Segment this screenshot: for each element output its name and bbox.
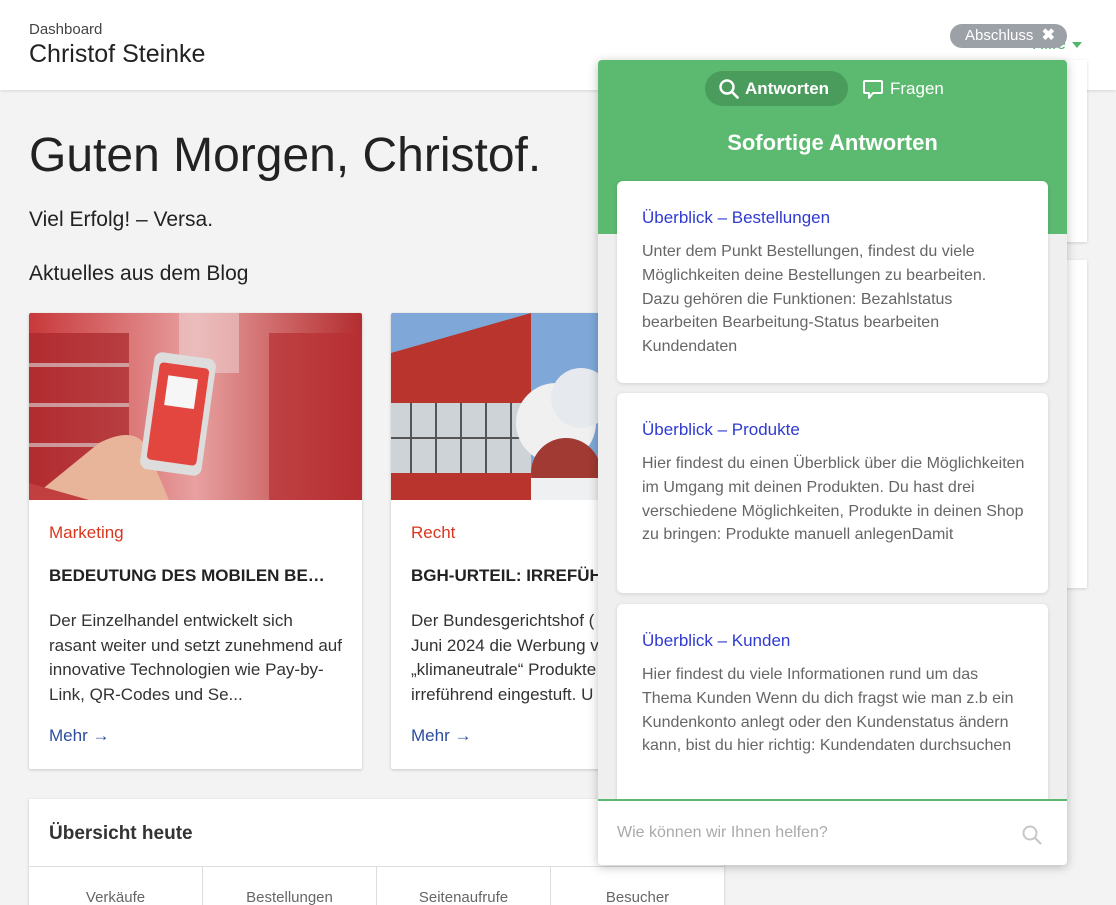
close-help-label: Abschluss	[965, 27, 1034, 44]
blog-card[interactable]: Marketing BEDEUTUNG DES MOBILEN BE… Der …	[29, 313, 362, 769]
user-name: Christof Steinke	[29, 40, 206, 68]
help-article-title[interactable]: Überblick – Kunden	[642, 631, 790, 651]
overview-title: Übersicht heute	[49, 823, 193, 844]
search-icon[interactable]	[1022, 825, 1042, 845]
help-article-text: Unter dem Punkt Bestellungen, findest du…	[642, 243, 987, 356]
chevron-down-icon	[1072, 41, 1083, 48]
search-icon	[719, 78, 739, 99]
close-help-button[interactable]: Abschluss ✖	[950, 24, 1067, 48]
help-article[interactable]: Überblick – Bestellungen Unter dem Punkt…	[617, 181, 1048, 383]
overview-column-visitors: Besucher	[605, 889, 670, 905]
help-article-title[interactable]: Überblick – Bestellungen	[642, 208, 830, 228]
blog-card-image	[29, 313, 362, 500]
help-panel: Antworten Fragen Sofortige Antworten Übe…	[598, 60, 1067, 865]
read-more-label: Mehr	[49, 726, 88, 745]
help-article-text: Hier findest du einen Überblick über die…	[642, 455, 1025, 544]
help-heading: Sofortige Antworten	[727, 130, 938, 155]
overview-column-sales: Verkäufe	[29, 867, 203, 905]
tab-questions[interactable]: Fragen	[862, 71, 972, 106]
tab-answers[interactable]: Antworten	[705, 71, 848, 106]
arrow-right-icon: →	[454, 726, 472, 745]
arrow-right-icon: →	[92, 726, 110, 745]
help-article-title[interactable]: Überblick – Produkte	[642, 420, 800, 440]
blog-heading: Aktuelles aus dem Blog	[29, 262, 249, 285]
blog-card-title[interactable]: BEDEUTUNG DES MOBILEN BE…	[49, 566, 325, 586]
blog-card-category: Recht	[411, 523, 456, 542]
blog-card-title[interactable]: BGH-URTEIL: IRREFÜH	[411, 566, 602, 586]
page-title: Guten Morgen, Christof.	[29, 129, 542, 182]
overview-column-pageviews: Seitenaufrufe	[377, 867, 551, 905]
help-search-input[interactable]	[617, 815, 997, 851]
help-article-text: Hier findest du viele Informationen rund…	[642, 666, 1014, 755]
breadcrumb: Dashboard	[29, 21, 103, 38]
help-article[interactable]: Überblick – Kunden Hier findest du viele…	[617, 604, 1048, 814]
blog-card-excerpt: Der Einzelhandel entwickelt sich rasant …	[49, 611, 342, 704]
tab-answers-label: Antworten	[745, 78, 830, 98]
chat-bubble-icon	[863, 79, 883, 99]
help-article[interactable]: Überblick – Produkte Hier findest du ein…	[617, 393, 1048, 593]
help-search-bar	[598, 799, 1067, 865]
page-subtitle: Viel Erfolg! – Versa.	[29, 208, 214, 231]
blog-card-category: Marketing	[49, 523, 124, 542]
read-more-link[interactable]: Mehr →	[49, 726, 109, 746]
read-more-label: Mehr	[411, 726, 450, 745]
tab-questions-label: Fragen	[890, 78, 944, 98]
close-icon: ✖	[1041, 27, 1055, 44]
overview-column-orders: Bestellungen	[203, 867, 377, 905]
read-more-link[interactable]: Mehr →	[411, 726, 471, 746]
blog-card-excerpt: Der Bundesgerichtshof ( Juni 2024 die We…	[411, 611, 599, 704]
